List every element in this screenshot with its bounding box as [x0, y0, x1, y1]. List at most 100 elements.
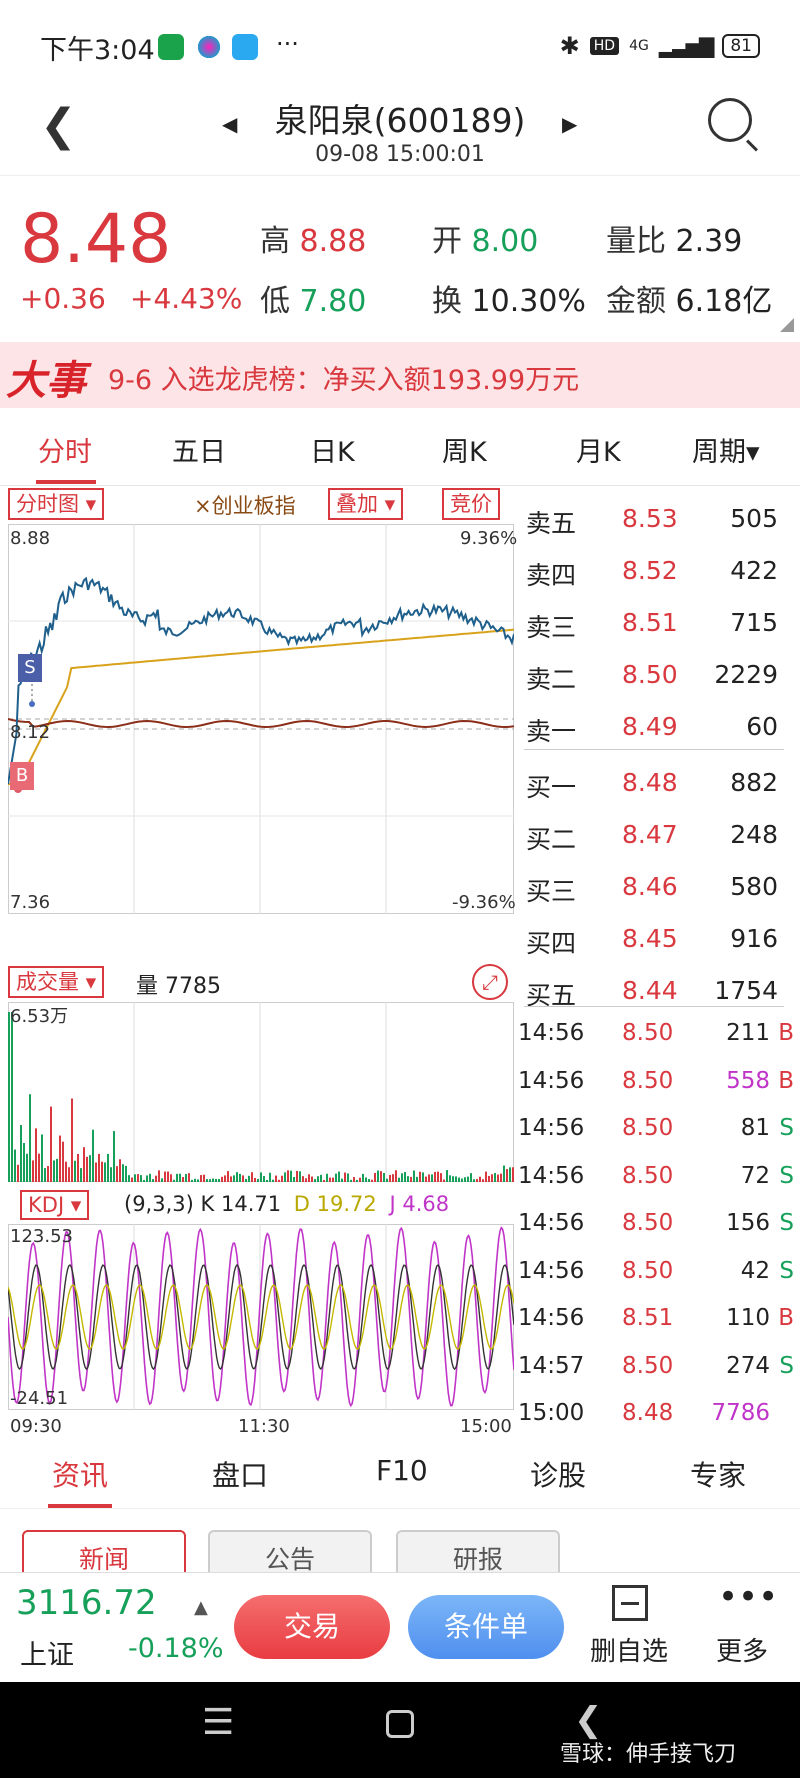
tick-price: 8.50	[622, 1210, 674, 1236]
tick-price: 8.50	[622, 1020, 674, 1046]
order-book-row[interactable]: 买三 8.46 580	[522, 862, 800, 914]
status-time: 下午3:04	[40, 35, 155, 66]
pct-axis-bottom: -9.36%	[452, 892, 516, 913]
tick-side: B	[778, 1020, 794, 1046]
order-level-label: 买四	[526, 929, 577, 958]
index-expand-icon[interactable]: ▲	[194, 1597, 208, 1618]
pct-axis-top: 9.36%	[460, 528, 518, 549]
time-axis-mid: 11:30	[238, 1416, 290, 1437]
battery-icon: 81	[722, 34, 760, 58]
tick-row: 14:56 8.50 211 B	[518, 1012, 800, 1060]
amount-label: 金额	[606, 284, 666, 319]
tick-volume: 110	[726, 1305, 770, 1331]
tick-time: 15:00	[518, 1400, 585, 1426]
order-book-row[interactable]: 卖二 8.50 2229	[522, 650, 800, 702]
tick-volume: 42	[740, 1257, 770, 1284]
amount-field: 金额 6.18亿	[606, 276, 772, 320]
tick-volume: 211	[726, 1020, 770, 1046]
volume-dropdown[interactable]: 成交量 ▾	[8, 966, 105, 998]
j-value: 4.68	[402, 1192, 450, 1216]
tab-news-info[interactable]: 资讯	[52, 1454, 108, 1494]
order-book-row[interactable]: 买五 8.44 1754	[522, 966, 800, 1018]
order-book-row[interactable]: 买一 8.48 882	[522, 758, 800, 810]
status-right: ✱ HD 4G ▂▃▅▇ 81	[560, 32, 760, 60]
order-book-row[interactable]: 买二 8.47 248	[522, 810, 800, 862]
tab-weekly-k[interactable]: 周K	[442, 430, 487, 469]
event-tag: 大事	[6, 358, 86, 404]
average-price-line	[8, 628, 514, 785]
remove-watchlist-button[interactable]: 删自选	[590, 1631, 668, 1668]
tick-price: 8.50	[622, 1257, 674, 1284]
order-level-label: 买二	[526, 825, 577, 854]
more-button[interactable]: 更多	[716, 1631, 768, 1668]
open-value: 8.00	[471, 224, 539, 259]
index-toggle[interactable]: ×创业板指	[194, 490, 296, 520]
recents-icon[interactable]: ☰	[202, 1702, 234, 1743]
back-nav-icon[interactable]: ❮	[574, 1700, 603, 1740]
order-level-label: 卖三	[526, 613, 577, 642]
tick-row: 14:56 8.50 81 S	[518, 1107, 800, 1155]
order-book-row[interactable]: 买四 8.45 916	[522, 914, 800, 966]
browser-notification-icon	[196, 34, 222, 60]
last-price: 8.48	[20, 200, 172, 279]
tick-time: 14:56	[518, 1305, 585, 1331]
overlay-dropdown[interactable]: 叠加 ▾	[328, 488, 404, 520]
index-value[interactable]: 3116.72	[16, 1583, 157, 1623]
tick-price: 8.50	[622, 1352, 674, 1379]
high-field: 高 8.88	[260, 216, 366, 260]
expand-corner-icon[interactable]	[780, 318, 794, 332]
order-volume: 882	[730, 768, 778, 797]
tab-diagnosis[interactable]: 诊股	[530, 1454, 586, 1494]
tab-monthly-k[interactable]: 月K	[576, 430, 621, 469]
order-volume: 248	[730, 820, 778, 849]
event-banner[interactable]: 大事 9-6 入选龙虎榜：净买入额193.99万元	[0, 342, 800, 408]
order-level-label: 卖二	[526, 665, 577, 694]
tab-handicap[interactable]: 盘口	[212, 1454, 268, 1494]
search-icon[interactable]	[708, 98, 759, 152]
tick-price: 8.50	[622, 1115, 674, 1141]
order-book-row[interactable]: 卖三 8.51 715	[522, 598, 800, 650]
status-bar: 下午3:04 ··· ✱ HD 4G ▂▃▅▇ 81	[0, 0, 800, 86]
k-label: K	[200, 1192, 215, 1216]
conditional-order-button[interactable]: 条件单	[408, 1595, 564, 1659]
tab-intraday[interactable]: 分时	[38, 430, 92, 469]
event-text: 9-6 入选龙虎榜：净买入额193.99万元	[108, 365, 580, 396]
tab-expert[interactable]: 专家	[690, 1454, 746, 1494]
tick-row: 14:56 8.50 72 S	[518, 1155, 800, 1203]
tick-side: S	[779, 1352, 794, 1379]
buy-marker[interactable]: B	[10, 762, 34, 790]
trade-button[interactable]: 交易	[234, 1595, 390, 1659]
tab-five-day[interactable]: 五日	[172, 430, 226, 469]
order-price: 8.53	[622, 504, 678, 533]
title-bar: ❮ ◀ 泉阳泉(600189) 09-08 15:00:01 ▶	[0, 86, 800, 176]
order-book-row[interactable]: 卖四 8.52 422	[522, 546, 800, 598]
chart-mode-dropdown[interactable]: 分时图 ▾	[8, 488, 105, 520]
index-name: 上证	[20, 1640, 74, 1671]
remove-watchlist-icon[interactable]	[612, 1585, 648, 1621]
turnover-value: 10.30%	[471, 284, 586, 319]
tick-row: 15:00 8.48 7786	[518, 1392, 800, 1440]
d-label: D	[293, 1192, 310, 1216]
low-label: 低	[260, 284, 290, 319]
order-book-row[interactable]: 卖五 8.53 505	[522, 494, 800, 546]
volume-ratio-value: 2.39	[675, 224, 743, 259]
tab-daily-k[interactable]: 日K	[310, 430, 355, 469]
app-notification-icon	[158, 34, 184, 60]
next-stock-icon[interactable]: ▶	[562, 112, 577, 136]
auction-button[interactable]: 竞价	[442, 488, 500, 520]
price-line	[8, 576, 514, 785]
tab-period-dropdown[interactable]: 周期▾	[692, 430, 760, 469]
order-book-row[interactable]: 卖一 8.49 60	[522, 702, 800, 754]
tick-side: S	[779, 1115, 794, 1141]
tab-f10[interactable]: F10	[376, 1454, 428, 1487]
price-axis-mid: 8.12	[10, 722, 51, 743]
indicator-dropdown[interactable]: KDJ ▾	[20, 1190, 90, 1220]
tick-side: B	[778, 1305, 794, 1331]
amount-value: 6.18亿	[675, 284, 773, 319]
home-icon[interactable]	[386, 1710, 414, 1738]
more-icon[interactable]: •••	[718, 1577, 778, 1617]
fullscreen-icon[interactable]: ⤢	[472, 964, 508, 1000]
price-chart[interactable]	[8, 524, 514, 914]
order-volume: 2229	[714, 660, 778, 689]
sell-marker[interactable]: S	[18, 654, 42, 682]
